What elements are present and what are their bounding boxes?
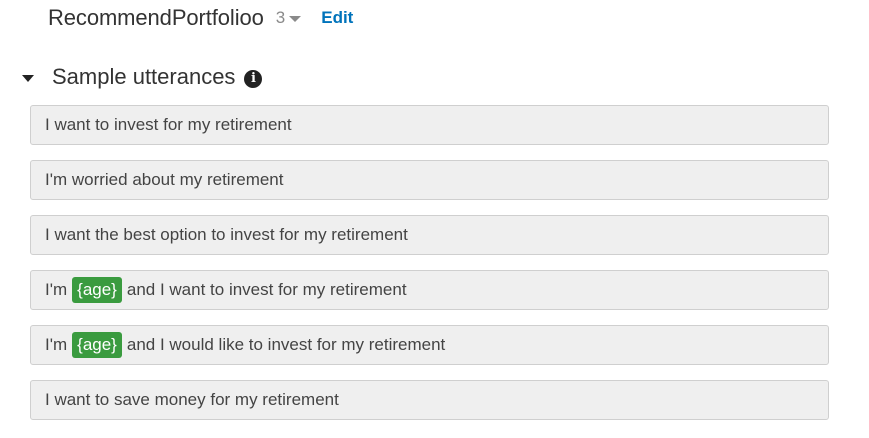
slot-tag[interactable]: {age}	[72, 332, 122, 358]
utterance-text: I'm worried about my retirement	[45, 170, 284, 189]
version-dropdown[interactable]: 3	[275, 8, 302, 28]
sample-utterances-header[interactable]: Sample utterances i	[22, 62, 263, 92]
utterance-list: I want to invest for my retirement I'm w…	[30, 105, 829, 435]
intent-name: RecommendPortfolioo	[48, 5, 264, 30]
utterance-prefix: I'm	[45, 280, 68, 299]
utterance-text: I want to save money for my retirement	[45, 390, 339, 409]
utterance-item[interactable]: I'm {age} and I want to invest for my re…	[30, 270, 829, 310]
intent-editor-page: RecommendPortfolioo 3 Edit Sample uttera…	[0, 0, 869, 438]
slot-tag[interactable]: {age}	[72, 277, 122, 303]
version-number: 3	[275, 8, 286, 27]
info-icon[interactable]: i	[244, 69, 263, 88]
utterance-item[interactable]: I want the best option to invest for my …	[30, 215, 829, 255]
caret-down-icon[interactable]	[22, 74, 34, 82]
utterance-suffix: and I want to invest for my retirement	[126, 280, 407, 299]
caret-down-icon	[289, 16, 302, 22]
utterance-item[interactable]: I want to invest for my retirement	[30, 105, 829, 145]
utterance-item[interactable]: I'm worried about my retirement	[30, 160, 829, 200]
utterance-item[interactable]: I want to save money for my retirement	[30, 380, 829, 420]
utterance-item[interactable]: I'm {age} and I would like to invest for…	[30, 325, 829, 365]
utterance-text: I want to invest for my retirement	[45, 115, 292, 134]
utterance-suffix: and I would like to invest for my retire…	[126, 335, 446, 354]
utterance-text: I want the best option to invest for my …	[45, 225, 408, 244]
utterance-prefix: I'm	[45, 335, 68, 354]
section-title: Sample utterances	[52, 64, 236, 89]
intent-header: RecommendPortfolioo 3 Edit	[48, 4, 353, 32]
edit-link[interactable]: Edit	[321, 8, 353, 28]
